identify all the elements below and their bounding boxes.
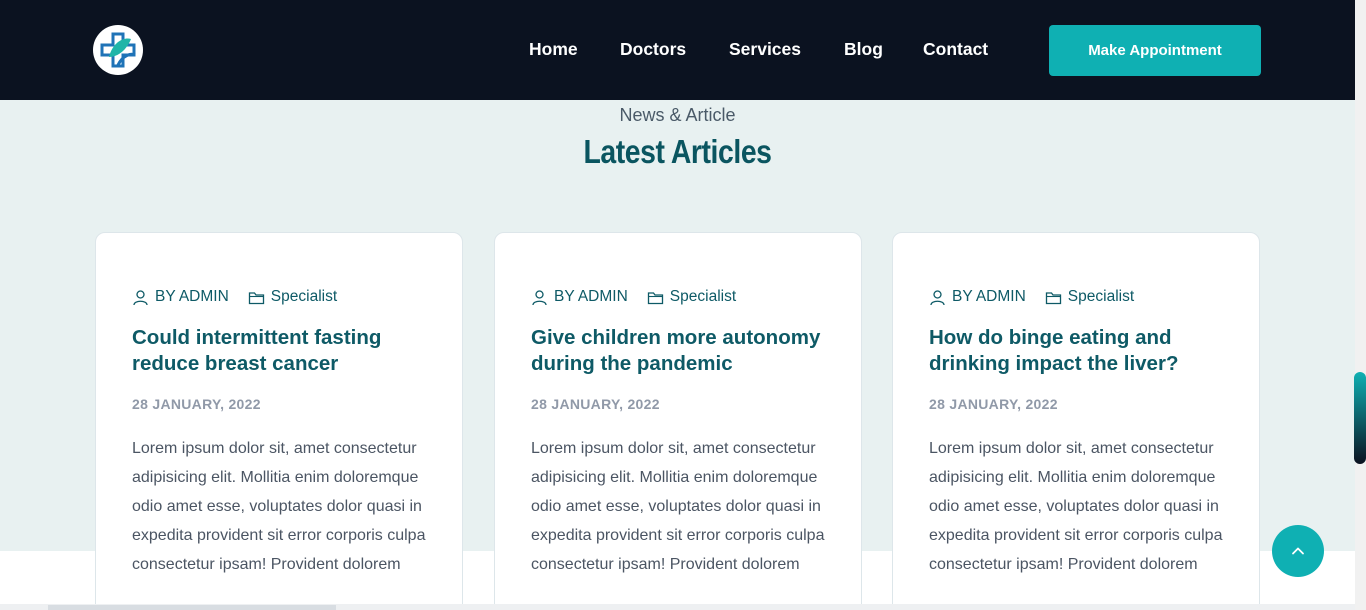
medical-cross-logo-icon[interactable] (93, 25, 143, 75)
article-category[interactable]: Specialist (670, 288, 736, 306)
back-to-top-button[interactable] (1272, 525, 1324, 577)
article-meta: BY ADMIN Specialist (132, 288, 337, 306)
nav-contact[interactable]: Contact (923, 39, 988, 60)
article-category[interactable]: Specialist (271, 288, 337, 306)
folder-icon (647, 291, 663, 304)
article-excerpt: Lorem ipsum dolor sit, amet consectetur … (132, 440, 426, 573)
article-date: 28 JANUARY, 2022 (531, 396, 660, 412)
article-author[interactable]: BY ADMIN (155, 288, 229, 306)
folder-icon (248, 291, 264, 304)
article-meta: BY ADMIN Specialist (929, 288, 1134, 306)
article-card[interactable]: BY ADMIN Specialist How do binge eating … (892, 232, 1260, 610)
user-icon (930, 289, 945, 305)
article-title[interactable]: How do binge eating and drinking impact … (929, 325, 1239, 377)
article-title[interactable]: Give children more autonomy during the p… (531, 325, 841, 377)
nav-doctors[interactable]: Doctors (620, 39, 686, 60)
section-subtitle: News & Article (619, 105, 736, 125)
user-icon (532, 289, 547, 305)
article-date: 28 JANUARY, 2022 (929, 396, 1058, 412)
bottom-divider (48, 605, 336, 610)
article-author[interactable]: BY ADMIN (554, 288, 628, 306)
chevron-up-icon (1292, 547, 1304, 555)
user-icon (133, 289, 148, 305)
site-header: Home Doctors Services Blog Contact Make … (0, 0, 1366, 100)
article-excerpt: Lorem ipsum dolor sit, amet consectetur … (929, 440, 1223, 573)
make-appointment-button[interactable]: Make Appointment (1049, 25, 1261, 76)
nav-blog[interactable]: Blog (844, 39, 883, 60)
article-category[interactable]: Specialist (1068, 288, 1134, 306)
article-title[interactable]: Could intermittent fasting reduce breast… (132, 325, 442, 377)
article-card[interactable]: BY ADMIN Specialist Could intermittent f… (95, 232, 463, 610)
article-excerpt: Lorem ipsum dolor sit, amet consectetur … (531, 440, 825, 573)
page-scrollbar[interactable] (1355, 0, 1366, 610)
article-author[interactable]: BY ADMIN (952, 288, 1026, 306)
article-date: 28 JANUARY, 2022 (132, 396, 261, 412)
section-title: Latest Articles (583, 133, 772, 170)
scrollbar-thumb[interactable] (1354, 372, 1366, 464)
article-card[interactable]: BY ADMIN Specialist Give children more a… (494, 232, 862, 610)
nav-services[interactable]: Services (729, 39, 801, 60)
article-meta: BY ADMIN Specialist (531, 288, 736, 306)
nav-home[interactable]: Home (529, 39, 578, 60)
folder-icon (1045, 291, 1061, 304)
